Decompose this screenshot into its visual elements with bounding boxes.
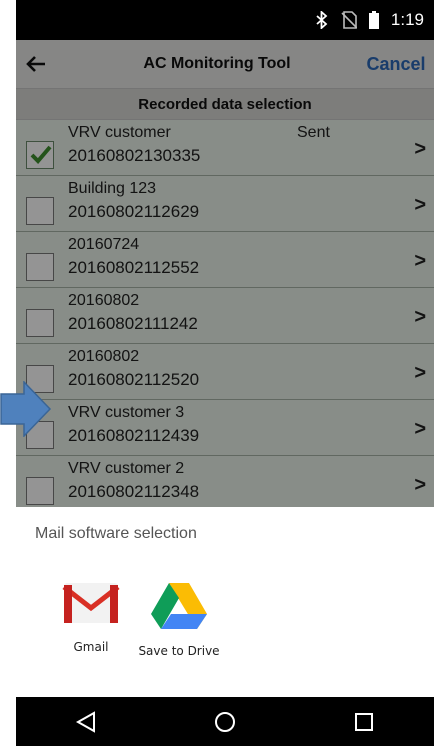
status-time: 1:19 bbox=[390, 10, 424, 29]
sheet-title: Mail software selection bbox=[35, 525, 197, 542]
status-bar: 1:19 bbox=[16, 0, 434, 40]
home-circle-icon[interactable] bbox=[205, 702, 245, 742]
gmail-icon bbox=[62, 583, 120, 623]
google-drive-icon bbox=[151, 583, 207, 629]
navigation-bar bbox=[16, 697, 434, 746]
pointer-arrow-icon bbox=[0, 381, 52, 437]
gmail-label: Gmail bbox=[73, 640, 109, 654]
share-sheet: Mail software selection Gmail Save to Dr… bbox=[16, 507, 434, 697]
save-to-drive-label: Save to Drive bbox=[138, 644, 220, 658]
dim-overlay[interactable] bbox=[16, 40, 434, 507]
recents-square-icon[interactable] bbox=[344, 702, 384, 742]
gmail-option[interactable]: Gmail bbox=[46, 581, 136, 654]
no-sim-icon bbox=[341, 11, 357, 29]
phone-screen: 1:19 AC Monitoring Tool Cancel Recorded … bbox=[16, 0, 434, 746]
bluetooth-icon bbox=[315, 11, 329, 29]
save-to-drive-option[interactable]: Save to Drive bbox=[134, 581, 224, 658]
back-triangle-icon[interactable] bbox=[66, 702, 106, 742]
battery-icon bbox=[368, 11, 379, 29]
app-screen: AC Monitoring Tool Cancel Recorded data … bbox=[16, 40, 434, 697]
